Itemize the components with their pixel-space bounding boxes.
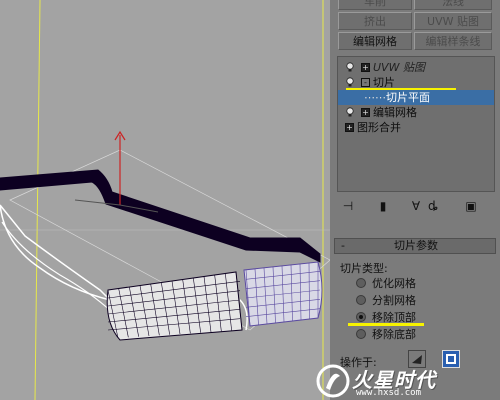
viewport-scene bbox=[0, 0, 330, 400]
radio-label: 分割网格 bbox=[372, 294, 416, 307]
expand-icon[interactable]: + bbox=[361, 108, 370, 117]
configure-sets-icon[interactable]: ▣ bbox=[463, 198, 479, 214]
radio-label: 优化网格 bbox=[372, 277, 416, 290]
radio-refine-mesh[interactable] bbox=[356, 278, 366, 288]
viewport-perspective[interactable] bbox=[0, 0, 330, 400]
extrude-button[interactable]: 挤出 bbox=[338, 12, 412, 30]
rollout-header[interactable]: - 切片参数 bbox=[334, 238, 496, 254]
normal-button[interactable]: 法线 bbox=[414, 0, 492, 10]
tree-connector: ⋯⋯ bbox=[364, 91, 386, 104]
remove-modifier-icon[interactable]: ȡ bbox=[425, 198, 441, 214]
slice-type-label: 切片类型: bbox=[340, 262, 388, 275]
show-end-result-icon[interactable]: ▮ bbox=[375, 198, 391, 214]
brand-logo-icon bbox=[316, 364, 350, 398]
stack-toolbar: ⊣ ▮ ∀ ȡ ▣ bbox=[330, 196, 500, 218]
command-panel: 车削 法线 挤出 UVW 贴图 编辑网格 编辑样条线 + UVW 贴图 - 切片… bbox=[330, 0, 500, 400]
stack-item-edit-mesh[interactable]: + 编辑网格 bbox=[338, 105, 494, 120]
radio-split-mesh[interactable] bbox=[356, 295, 366, 305]
lightbulb-icon[interactable] bbox=[346, 62, 354, 72]
rollout-title: 切片参数 bbox=[394, 239, 438, 252]
stack-item-slice-plane[interactable]: ⋯⋯ 切片平面 bbox=[338, 90, 494, 105]
edit-mesh-button[interactable]: 编辑网格 bbox=[338, 32, 412, 50]
stack-item-label: 图形合并 bbox=[357, 121, 401, 134]
radio-remove-bottom[interactable] bbox=[356, 329, 366, 339]
radio-remove-top[interactable] bbox=[356, 312, 366, 322]
stack-item-label: UVW 贴图 bbox=[373, 61, 425, 74]
collapse-icon[interactable]: - bbox=[361, 78, 370, 87]
stack-item-label: 编辑网格 bbox=[373, 106, 417, 119]
expand-icon[interactable]: + bbox=[361, 63, 370, 72]
make-unique-icon[interactable]: ∀ bbox=[408, 198, 424, 214]
lathe-button[interactable]: 车削 bbox=[338, 0, 412, 10]
modifier-stack: + UVW 贴图 - 切片 ⋯⋯ 切片平面 + 编辑网格 + 图形合并 bbox=[337, 56, 495, 192]
watermark: 火星时代 www.hxsd.com bbox=[312, 362, 500, 400]
expand-icon[interactable]: + bbox=[345, 123, 354, 132]
lightbulb-icon[interactable] bbox=[346, 77, 354, 87]
radio-label: 移除底部 bbox=[372, 328, 416, 341]
pin-stack-icon[interactable]: ⊣ bbox=[340, 198, 356, 214]
stack-item-uvw-map[interactable]: + UVW 贴图 bbox=[338, 60, 494, 75]
lightbulb-icon[interactable] bbox=[346, 107, 354, 117]
mesh-wireframe bbox=[106, 261, 323, 341]
uvw-map-button[interactable]: UVW 贴图 bbox=[414, 12, 492, 30]
edit-spline-button[interactable]: 编辑样条线 bbox=[414, 32, 492, 50]
stack-item-shape-merge[interactable]: + 图形合并 bbox=[338, 120, 494, 135]
watermark-url: www.hxsd.com bbox=[356, 388, 422, 398]
stack-item-label: 切片平面 bbox=[386, 91, 430, 104]
